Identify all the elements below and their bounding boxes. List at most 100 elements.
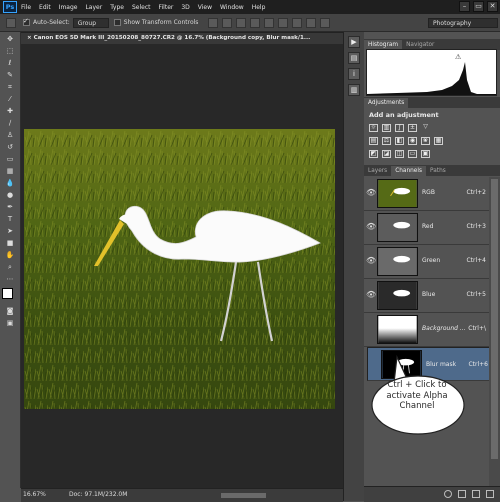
distribute-bottom-icon[interactable]: [320, 17, 331, 28]
hue-saturation-icon[interactable]: ▤: [369, 137, 378, 145]
menu-image[interactable]: Image: [59, 4, 78, 11]
channel-shortcut: Ctrl+2: [466, 189, 486, 196]
quick-mask-icon[interactable]: ◙: [4, 306, 16, 316]
show-transform-checkbox[interactable]: [113, 19, 121, 26]
new-channel-icon[interactable]: [472, 490, 480, 498]
screen-mode-icon[interactable]: ▣: [4, 318, 16, 328]
invert-icon[interactable]: ◩: [369, 150, 378, 158]
photo-filter-icon[interactable]: ◉: [408, 137, 417, 145]
menu-type[interactable]: Type: [110, 4, 124, 11]
menu-help[interactable]: Help: [252, 4, 266, 11]
eyedropper-tool-icon[interactable]: ⁄: [4, 94, 16, 104]
channel-mixer-icon[interactable]: ❀: [421, 137, 430, 145]
menu-window[interactable]: Window: [220, 4, 244, 11]
threshold-icon[interactable]: ◫: [395, 150, 404, 158]
zoom-level[interactable]: 16.67%: [23, 491, 46, 498]
auto-select-dropdown[interactable]: Group: [72, 17, 109, 28]
selective-color-icon[interactable]: ▣: [421, 150, 430, 158]
adjustments-title: Add an adjustment: [369, 111, 439, 119]
black-white-icon[interactable]: ◧: [395, 137, 404, 145]
color-swatches[interactable]: [2, 288, 18, 304]
visibility-eye-empty[interactable]: [366, 323, 376, 335]
more-tools-icon[interactable]: ⋯: [4, 274, 16, 284]
workspace-dropdown[interactable]: Photography: [428, 17, 498, 28]
properties-icon[interactable]: ▥: [348, 84, 360, 96]
history-brush-tool-icon[interactable]: ↺: [4, 142, 16, 152]
close-button[interactable]: ✕: [487, 1, 498, 12]
channel-row-background-copy[interactable]: Background ... Ctrl+\: [364, 313, 489, 347]
tab-paths[interactable]: Paths: [426, 166, 450, 176]
crop-tool-icon[interactable]: ⌗: [4, 82, 16, 92]
horizontal-scrollbar[interactable]: [221, 493, 266, 498]
zoom-tool-icon[interactable]: ⌕: [4, 262, 16, 272]
brush-tool-icon[interactable]: ∕: [4, 118, 16, 128]
align-left-icon[interactable]: [250, 17, 261, 28]
toolbox: ✥ ⬚ ℓ ✎ ⌗ ⁄ ✚ ∕ ♙ ↺ ▭ ▦ 💧 ● ✒ T ➤ ■ ✋ ⌕ …: [0, 32, 21, 488]
shape-tool-icon[interactable]: ■: [4, 238, 16, 248]
play-icon[interactable]: ▶: [348, 36, 360, 48]
visibility-eye-icon[interactable]: 👁: [366, 187, 376, 199]
pen-tool-icon[interactable]: ✒: [4, 202, 16, 212]
move-tool-preset-icon[interactable]: [6, 17, 16, 28]
scroll-thumb[interactable]: [491, 179, 498, 459]
align-bottom-icon[interactable]: [236, 17, 247, 28]
foreground-color-swatch[interactable]: [2, 288, 13, 299]
info-icon[interactable]: i: [348, 68, 360, 80]
maximize-button[interactable]: ▭: [473, 1, 484, 12]
tab-layers[interactable]: Layers: [364, 166, 391, 176]
menu-view[interactable]: View: [198, 4, 212, 11]
tab-adjustments[interactable]: Adjustments: [364, 98, 409, 108]
exposure-icon[interactable]: ±: [408, 124, 417, 132]
menu-file[interactable]: File: [21, 4, 31, 11]
visibility-eye-icon[interactable]: 👁: [366, 289, 376, 301]
channel-row-blue[interactable]: 👁 Blue Ctrl+5: [364, 279, 489, 313]
auto-select-checkbox[interactable]: [23, 17, 30, 26]
align-hcenter-icon[interactable]: [264, 17, 275, 28]
load-selection-icon[interactable]: [444, 490, 452, 498]
menu-edit[interactable]: Edit: [39, 4, 51, 11]
align-vcenter-icon[interactable]: [222, 17, 233, 28]
save-selection-icon[interactable]: [458, 490, 466, 498]
brush-presets-icon[interactable]: ▤: [348, 52, 360, 64]
tab-channels[interactable]: Channels: [391, 166, 427, 176]
vibrance-icon[interactable]: ▽: [421, 124, 430, 132]
blur-tool-icon[interactable]: 💧: [4, 178, 16, 188]
type-tool-icon[interactable]: T: [4, 214, 16, 224]
menu-layer[interactable]: Layer: [85, 4, 102, 11]
levels-icon[interactable]: ▥: [382, 124, 391, 132]
align-right-icon[interactable]: [278, 17, 289, 28]
channels-scrollbar[interactable]: [489, 177, 500, 486]
brightness-icon[interactable]: ☼: [369, 124, 378, 132]
clone-stamp-tool-icon[interactable]: ♙: [4, 130, 16, 140]
histogram-graph: ⚠: [366, 49, 497, 96]
color-lookup-icon[interactable]: ▦: [434, 137, 443, 145]
channel-row-green[interactable]: 👁 Green Ctrl+4: [364, 245, 489, 279]
channel-row-red[interactable]: 👁 Red Ctrl+3: [364, 211, 489, 245]
curves-icon[interactable]: ∫: [395, 124, 404, 132]
visibility-eye-icon[interactable]: 👁: [366, 255, 376, 267]
channel-row-rgb[interactable]: 👁 RGB Ctrl+2: [364, 177, 489, 211]
align-top-icon[interactable]: [208, 17, 219, 28]
channel-name: Green: [422, 257, 441, 264]
hand-tool-icon[interactable]: ✋: [4, 250, 16, 260]
lasso-tool-icon[interactable]: ℓ: [4, 58, 16, 68]
delete-channel-icon[interactable]: [486, 490, 494, 498]
healing-tool-icon[interactable]: ✚: [4, 106, 16, 116]
distribute-center-icon[interactable]: [306, 17, 317, 28]
quick-select-tool-icon[interactable]: ✎: [4, 70, 16, 80]
menu-select[interactable]: Select: [132, 4, 151, 11]
color-balance-icon[interactable]: ⚖: [382, 137, 391, 145]
move-tool-icon[interactable]: ✥: [4, 34, 16, 44]
visibility-eye-icon[interactable]: 👁: [366, 221, 376, 233]
marquee-tool-icon[interactable]: ⬚: [4, 46, 16, 56]
posterize-icon[interactable]: ◪: [382, 150, 391, 158]
menu-3d[interactable]: 3D: [181, 4, 189, 11]
dodge-tool-icon[interactable]: ●: [4, 190, 16, 200]
gradient-map-icon[interactable]: ▭: [408, 150, 417, 158]
minimize-button[interactable]: –: [459, 1, 470, 12]
path-select-tool-icon[interactable]: ➤: [4, 226, 16, 236]
eraser-tool-icon[interactable]: ▭: [4, 154, 16, 164]
gradient-tool-icon[interactable]: ▦: [4, 166, 16, 176]
distribute-top-icon[interactable]: [292, 17, 303, 28]
menu-filter[interactable]: Filter: [159, 4, 174, 11]
